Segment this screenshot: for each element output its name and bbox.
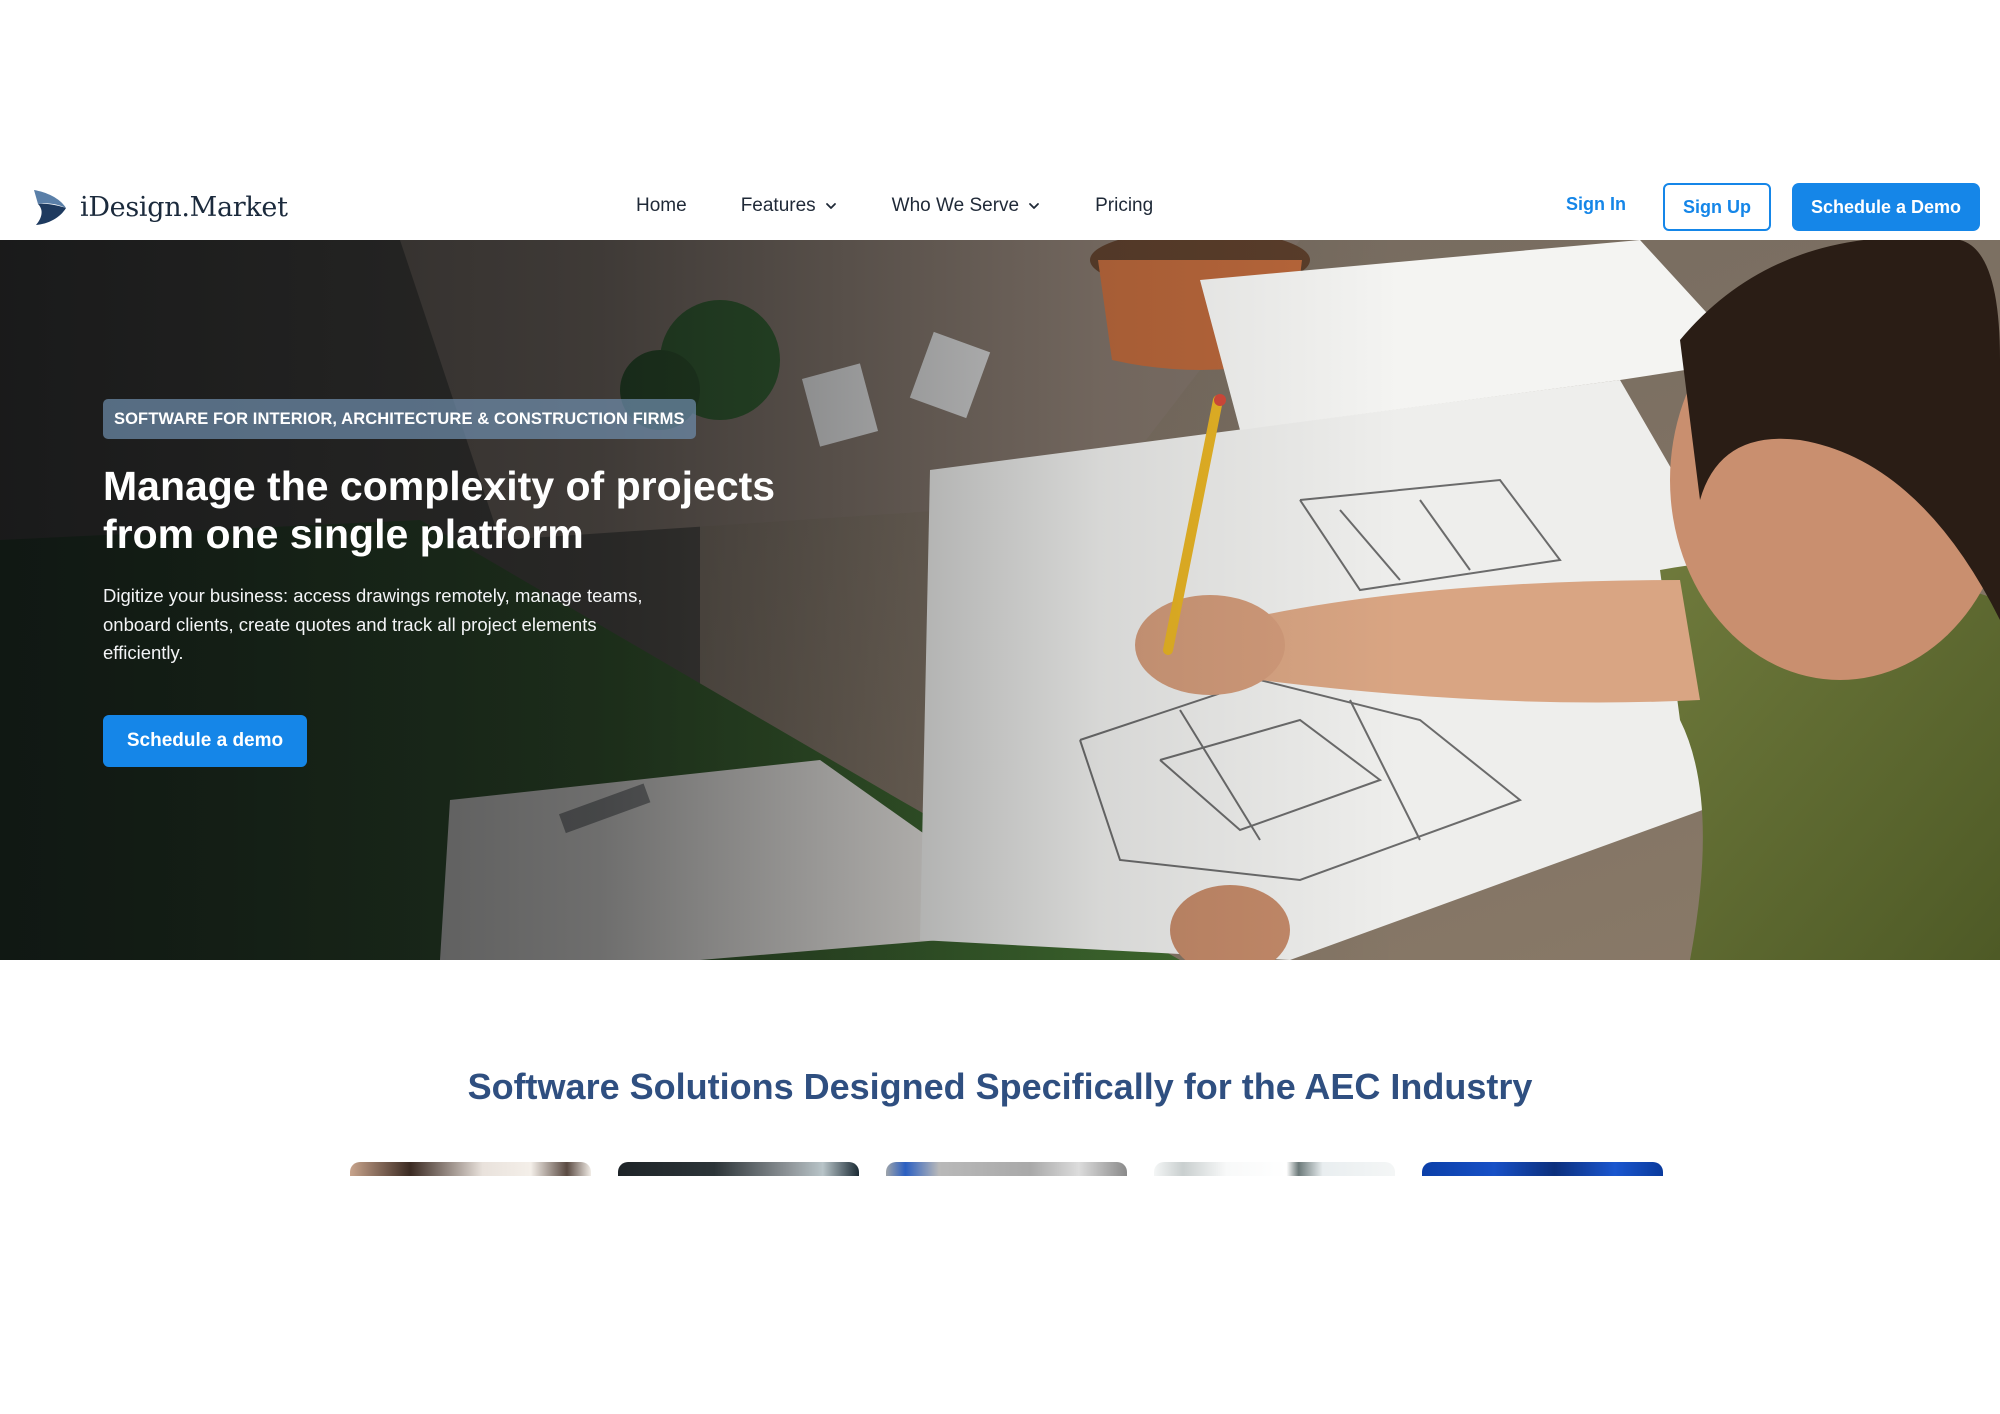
nav-pricing-label: Pricing bbox=[1095, 195, 1154, 216]
hero-badge: SOFTWARE FOR INTERIOR, ARCHITECTURE & CO… bbox=[103, 399, 696, 439]
nav-who-we-serve[interactable]: Who We Serve bbox=[892, 195, 1041, 217]
site-header: iDesign.Market Home Features Who We Serv… bbox=[0, 172, 2000, 240]
nav-who-we-serve-label: Who We Serve bbox=[891, 195, 1020, 216]
hero-section: SOFTWARE FOR INTERIOR, ARCHITECTURE & CO… bbox=[0, 240, 2000, 960]
solution-card-2[interactable] bbox=[618, 1162, 859, 1176]
chevron-down-icon bbox=[825, 203, 836, 209]
sign-in-link[interactable]: Sign In bbox=[1566, 194, 1626, 215]
chevron-down-icon bbox=[1029, 203, 1039, 209]
logo[interactable]: iDesign.Market bbox=[32, 188, 288, 226]
nav-features[interactable]: Features bbox=[741, 195, 838, 217]
main-nav: Home Features Who We Serve Pricing bbox=[636, 172, 1207, 240]
hero-schedule-demo-button[interactable]: Schedule a demo bbox=[103, 715, 307, 767]
nav-home-label: Home bbox=[636, 195, 687, 216]
logo-icon bbox=[34, 190, 66, 225]
sign-up-button[interactable]: Sign Up bbox=[1663, 183, 1771, 231]
nav-pricing[interactable]: Pricing bbox=[1095, 195, 1153, 217]
solution-card-4[interactable] bbox=[1154, 1162, 1395, 1176]
schedule-demo-button[interactable]: Schedule a Demo bbox=[1792, 183, 1980, 231]
hero-title: Manage the complexity of projects from o… bbox=[103, 463, 776, 557]
logo-text: iDesign.Market bbox=[80, 191, 288, 223]
solution-card-5[interactable] bbox=[1422, 1162, 1663, 1176]
solution-card-1[interactable] bbox=[350, 1162, 591, 1176]
hero-subtitle: Digitize your business: access drawings … bbox=[103, 585, 643, 663]
solutions-cards bbox=[350, 1162, 1663, 1176]
nav-home[interactable]: Home bbox=[636, 195, 687, 217]
solution-card-3[interactable] bbox=[886, 1162, 1127, 1176]
solutions-title: Software Solutions Designed Specifically… bbox=[467, 1066, 1533, 1107]
nav-features-label: Features bbox=[740, 195, 816, 216]
